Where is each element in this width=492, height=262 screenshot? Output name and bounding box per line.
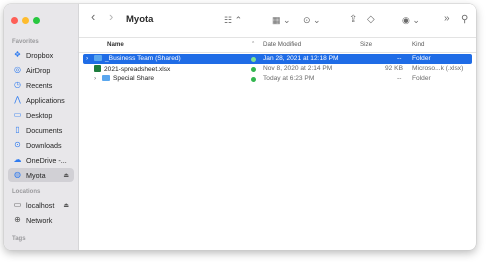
eject-icon[interactable]: ⏏ — [63, 172, 69, 179]
file-row[interactable]: › Special Share Today at 6:23 PM -- Fold… — [83, 74, 472, 84]
file-date: Jan 28, 2021 at 12:18 PM — [263, 55, 339, 62]
folder-icon — [102, 75, 110, 81]
network-icon: ⊕ — [14, 215, 21, 224]
column-date-modified[interactable]: Date Modified — [263, 41, 301, 48]
file-row[interactable]: › _Business Team (Shared) Jan 28, 2021 a… — [83, 54, 472, 64]
file-size: 92 KB — [385, 65, 403, 72]
cloud-icon: ☁ — [13, 155, 22, 164]
finder-window: Favorites ❖ Dropbox ◎ AirDrop ◷ Recents … — [4, 4, 476, 250]
dropbox-icon: ❖ — [13, 50, 22, 59]
sidebar-item-label: Recents — [26, 80, 53, 90]
sidebar-item-label: Network — [26, 215, 53, 225]
document-icon: ▯ — [15, 125, 20, 134]
forward-button[interactable]: › — [109, 10, 113, 23]
sidebar: Favorites ❖ Dropbox ◎ AirDrop ◷ Recents … — [4, 4, 79, 250]
back-button[interactable]: ‹ — [91, 10, 95, 23]
sidebar-item-localhost[interactable]: ▭ localhost ⏏ — [8, 198, 74, 212]
file-name-cell: 2021-spreadsheet.xlsx — [94, 65, 170, 73]
airdrop-icon: ◎ — [14, 65, 21, 74]
sidebar-item-label: localhost — [26, 200, 55, 210]
sidebar-item-label: Myota — [26, 170, 46, 180]
file-size: -- — [397, 55, 402, 62]
sync-status-icon — [251, 76, 256, 82]
list-view-icon[interactable]: ☷ ⌃ — [224, 14, 242, 26]
desktop-icon: ▭ — [13, 110, 22, 119]
grid-view-icon[interactable]: ▦ ⌄ — [272, 14, 291, 26]
file-date: Nov 8, 2020 at 2:14 PM — [263, 65, 333, 72]
sidebar-item-label: OneDrive -... — [26, 155, 67, 165]
sidebar-item-downloads[interactable]: ⊙ Downloads — [8, 138, 74, 152]
file-name-cell: _Business Team (Shared) — [94, 55, 181, 62]
column-kind[interactable]: Kind — [412, 41, 424, 48]
sidebar-item-recents[interactable]: ◷ Recents — [8, 78, 74, 92]
locations-heading: Locations — [12, 189, 41, 195]
file-kind: Folder — [412, 75, 431, 82]
search-icon[interactable]: ⚲ — [461, 14, 468, 26]
file-kind: Folder — [412, 55, 431, 62]
sync-status-icon — [251, 66, 256, 72]
window-title: Myota — [126, 14, 154, 25]
computer-icon: ▭ — [13, 200, 22, 209]
file-name: Special Share — [113, 75, 155, 82]
sidebar-item-label: Desktop — [26, 110, 53, 120]
zoom-button[interactable] — [33, 17, 40, 24]
sidebar-item-label: Applications — [26, 95, 65, 105]
sidebar-item-network[interactable]: ⊕ Network — [8, 213, 74, 227]
close-button[interactable] — [11, 17, 18, 24]
sidebar-item-airdrop[interactable]: ◎ AirDrop — [8, 63, 74, 77]
download-icon: ⊙ — [14, 140, 21, 149]
file-name: 2021-spreadsheet.xlsx — [104, 66, 171, 73]
sidebar-item-label: Documents — [26, 125, 63, 135]
column-name[interactable]: Name — [107, 41, 124, 48]
disclosure-icon[interactable]: › — [86, 55, 88, 62]
file-name-cell: Special Share — [102, 75, 154, 82]
disclosure-icon[interactable]: › — [94, 75, 96, 82]
sidebar-item-myota[interactable]: ◍ Myota ⏏ — [8, 168, 74, 182]
column-header: Name ⌃ Date Modified Size Kind — [79, 37, 476, 53]
drive-icon: ◍ — [14, 170, 21, 179]
applications-icon: ⋀ — [14, 95, 21, 104]
sidebar-item-desktop[interactable]: ▭ Desktop — [8, 108, 74, 122]
file-row[interactable]: 2021-spreadsheet.xlsx Nov 8, 2020 at 2:1… — [83, 64, 472, 74]
column-size[interactable]: Size — [360, 41, 372, 48]
sidebar-item-documents[interactable]: ▯ Documents — [8, 123, 74, 137]
favorites-heading: Favorites — [12, 39, 39, 45]
sidebar-item-dropbox[interactable]: ❖ Dropbox — [8, 48, 74, 62]
sync-status-icon — [251, 56, 256, 62]
file-kind: Microso...k (.xlsx) — [412, 65, 464, 72]
spreadsheet-icon — [94, 65, 101, 72]
actions-icon[interactable]: ◉ ⌄ — [402, 14, 420, 26]
traffic-lights — [11, 17, 40, 24]
file-name: _Business Team (Shared) — [105, 55, 181, 62]
more-options-icon[interactable]: ⊙ ⌄ — [303, 14, 321, 26]
sidebar-item-onedrive[interactable]: ☁ OneDrive -... — [8, 153, 74, 167]
tag-icon[interactable]: ◇ — [367, 14, 375, 26]
file-date: Today at 6:23 PM — [263, 75, 315, 82]
toolbar: ‹ › Myota ☷ ⌃ ▦ ⌄ ⊙ ⌄ ⇪ ◇ ◉ ⌄ » ⚲ — [79, 4, 476, 38]
folder-icon — [94, 55, 102, 61]
sidebar-item-applications[interactable]: ⋀ Applications — [8, 93, 74, 107]
sort-chevron-icon[interactable]: ⌃ — [251, 41, 255, 47]
sidebar-item-label: Dropbox — [26, 50, 54, 60]
file-size: -- — [397, 75, 402, 82]
minimize-button[interactable] — [22, 17, 29, 24]
sidebar-item-label: Downloads — [26, 140, 62, 150]
clock-icon: ◷ — [14, 80, 21, 89]
tags-heading: Tags — [12, 236, 26, 242]
sidebar-item-label: AirDrop — [26, 65, 51, 75]
eject-icon[interactable]: ⏏ — [63, 202, 69, 209]
share-icon[interactable]: ⇪ — [349, 14, 357, 26]
overflow-icon[interactable]: » — [444, 13, 450, 25]
